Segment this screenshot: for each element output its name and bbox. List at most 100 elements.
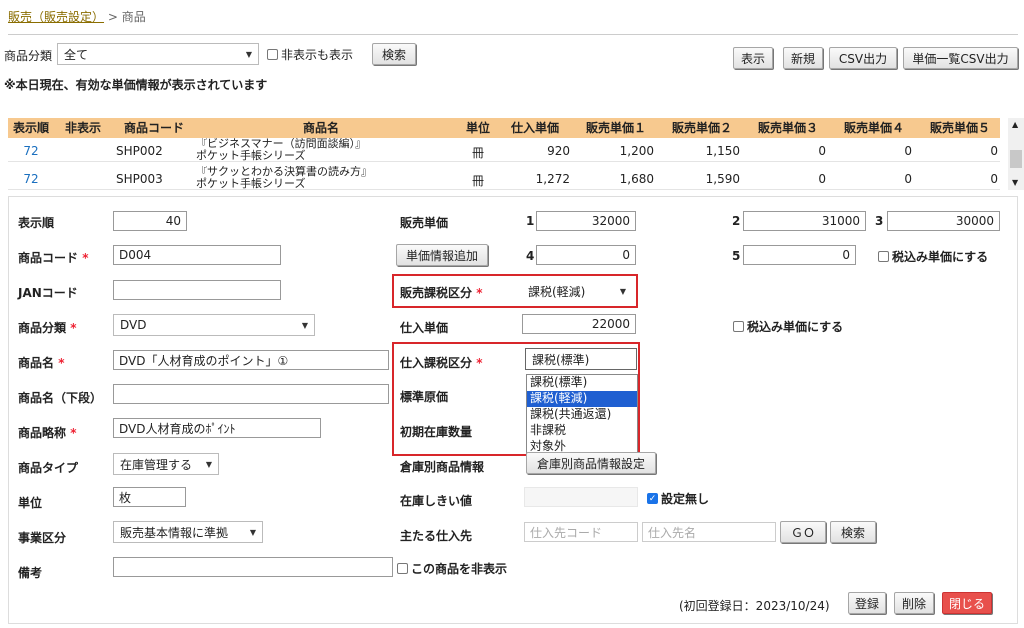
add-price-button[interactable]: 単価情報追加 (396, 244, 488, 266)
col-name[interactable]: 商品名 (196, 118, 446, 138)
dropdown-option-selected[interactable]: 課税(軽減) (527, 391, 637, 407)
name-input[interactable]: DVD「人材育成のポイント」① (113, 350, 389, 370)
checkbox-box (267, 49, 278, 60)
init-stock-label: 初期在庫数量 (400, 425, 473, 439)
price-list-csv-button[interactable]: 単価一覧CSV出力 (903, 47, 1018, 69)
note-input[interactable] (113, 557, 393, 577)
name2-input[interactable] (113, 384, 389, 404)
check-icon: ✓ (647, 493, 658, 504)
supplier-search-button[interactable]: 検索 (830, 521, 876, 543)
filter-search-button[interactable]: 検索 (372, 43, 416, 65)
supplier-code-input[interactable]: 仕入先コード (524, 522, 638, 542)
cell-price3: 0 (818, 144, 826, 158)
cost-input[interactable]: 22000 (522, 314, 636, 334)
hide-product-checkbox[interactable]: この商品を非表示 (397, 560, 507, 577)
name2-label: 商品名（下段） (18, 391, 103, 405)
cell-code: SHP003 (116, 172, 163, 186)
dropdown-option[interactable]: 非課税 (527, 423, 637, 439)
breadcrumb-parent-link[interactable]: 販売（販売設定） (8, 10, 104, 24)
std-cost-label: 標準原価 (400, 390, 449, 404)
col-unit[interactable]: 単位 (458, 118, 498, 138)
show-hidden-label: 非表示も表示 (281, 48, 354, 62)
order-input[interactable]: 40 (113, 211, 187, 231)
chevron-down-icon: ▼ (301, 320, 308, 330)
col-price2[interactable]: 販売単価２ (662, 118, 742, 138)
price4-num: 4 (526, 249, 535, 263)
delete-button[interactable]: 削除 (894, 592, 934, 614)
col-price4[interactable]: 販売単価４ (834, 118, 914, 138)
jan-input[interactable] (113, 280, 281, 300)
breadcrumb: 販売（販売設定） > 商品 (8, 8, 146, 25)
chevron-down-icon: ▼ (205, 459, 212, 469)
order-label: 表示順 (18, 216, 55, 230)
col-price3[interactable]: 販売単価３ (748, 118, 828, 138)
table-row[interactable]: 72 SHP003 『サクッとわかる決算書の読み方』 ポケット手帳シリーズ 冊 … (8, 166, 1000, 190)
price5-input[interactable]: 0 (743, 245, 856, 265)
new-button[interactable]: 新規 (783, 47, 823, 69)
cell-price3: 0 (818, 172, 826, 186)
business-select[interactable]: 販売基本情報に準拠 ▼ (113, 521, 263, 543)
col-price5[interactable]: 販売単価５ (920, 118, 1000, 138)
unit-input[interactable]: 枚 (113, 487, 186, 507)
col-hidden[interactable]: 非表示 (58, 118, 108, 138)
close-button[interactable]: 閉じる (942, 592, 992, 614)
dropdown-option[interactable]: 課税(共通返還) (527, 407, 637, 423)
csv-export-button[interactable]: CSV出力 (829, 47, 897, 69)
register-button[interactable]: 登録 (848, 592, 886, 614)
show-hidden-checkbox[interactable]: 非表示も表示 (267, 46, 353, 63)
cell-price2: 1,590 (705, 172, 740, 186)
breadcrumb-current: 商品 (121, 10, 146, 24)
sale-tax-select[interactable]: 課税(軽減) ▼ (522, 280, 632, 302)
first-registered-date: (初回登録日：2023/10/24) (679, 599, 830, 613)
cell-price4: 0 (904, 144, 912, 158)
code-input[interactable]: D004 (113, 245, 281, 265)
tax-incl-checkbox[interactable]: 税込み単価にする (878, 248, 988, 265)
cell-order[interactable]: 72 (8, 144, 54, 158)
scroll-thumb[interactable] (1010, 150, 1022, 168)
cell-unit: 冊 (471, 146, 484, 160)
col-order[interactable]: 表示順 (8, 118, 54, 138)
sale-tax-value: 課税(軽減) (528, 284, 586, 299)
table-row[interactable]: 72 SHP002 『ビジネスマナー（訪問面談編）』 ポケット手帳シリーズ 冊 … (8, 138, 1000, 162)
col-cost[interactable]: 仕入単価 (500, 118, 570, 138)
scroll-up-icon[interactable]: ▲ (1012, 120, 1018, 129)
scroll-down-icon[interactable]: ▼ (1012, 178, 1018, 187)
business-label: 事業区分 (18, 531, 67, 545)
category-filter-select[interactable]: 全て ▼ (57, 43, 259, 65)
category-filter-label: 商品分類 (4, 49, 53, 63)
checkbox-box (397, 563, 408, 574)
price5-num: 5 (732, 249, 741, 263)
go-button[interactable]: ＧＯ (780, 521, 826, 543)
cost-tax-incl-checkbox[interactable]: 税込み単価にする (733, 318, 843, 335)
price2-input[interactable]: 31000 (743, 211, 866, 231)
category-select[interactable]: DVD ▼ (113, 314, 315, 336)
purchase-tax-select[interactable]: 課税(標準) (525, 348, 637, 370)
price3-num: 3 (875, 214, 884, 228)
supplier-name-input[interactable]: 仕入先名 (642, 522, 776, 542)
no-setting-checkbox[interactable]: ✓ 設定無し (647, 490, 709, 507)
warehouse-settings-button[interactable]: 倉庫別商品情報設定 (526, 452, 656, 474)
price3-input[interactable]: 30000 (887, 211, 1000, 231)
purchase-tax-label: 仕入課税区分 * (400, 356, 483, 370)
price1-input[interactable]: 32000 (536, 211, 636, 231)
tax-incl-label: 税込み単価にする (892, 250, 989, 264)
dropdown-option[interactable]: 課税(標準) (527, 375, 637, 391)
show-button[interactable]: 表示 (733, 47, 773, 69)
price4-input[interactable]: 0 (536, 245, 636, 265)
purchase-tax-dropdown-list[interactable]: 課税(標準) 課税(軽減) 課税(共通返還) 非課税 対象外 (526, 374, 638, 454)
chevron-down-icon: ▼ (245, 49, 252, 59)
cell-order[interactable]: 72 (8, 172, 54, 186)
notice-text: ※本日現在、有効な単価情報が表示されています (4, 78, 268, 92)
col-code[interactable]: 商品コード (112, 118, 196, 138)
col-price1[interactable]: 販売単価１ (576, 118, 656, 138)
cost-tax-incl-label: 税込み単価にする (747, 320, 844, 334)
type-value: 在庫管理する (120, 457, 193, 472)
short-name-input[interactable]: DVD人材育成のﾎﾟｲﾝﾄ (113, 418, 321, 438)
cell-price5: 0 (990, 172, 998, 186)
category-value: DVD (120, 318, 147, 332)
threshold-input[interactable] (524, 487, 638, 507)
type-select[interactable]: 在庫管理する ▼ (113, 453, 219, 475)
grid-scrollbar[interactable]: ▲ ▼ (1008, 118, 1024, 190)
category-label: 商品分類 * (18, 321, 77, 335)
breadcrumb-separator: > (107, 10, 118, 24)
